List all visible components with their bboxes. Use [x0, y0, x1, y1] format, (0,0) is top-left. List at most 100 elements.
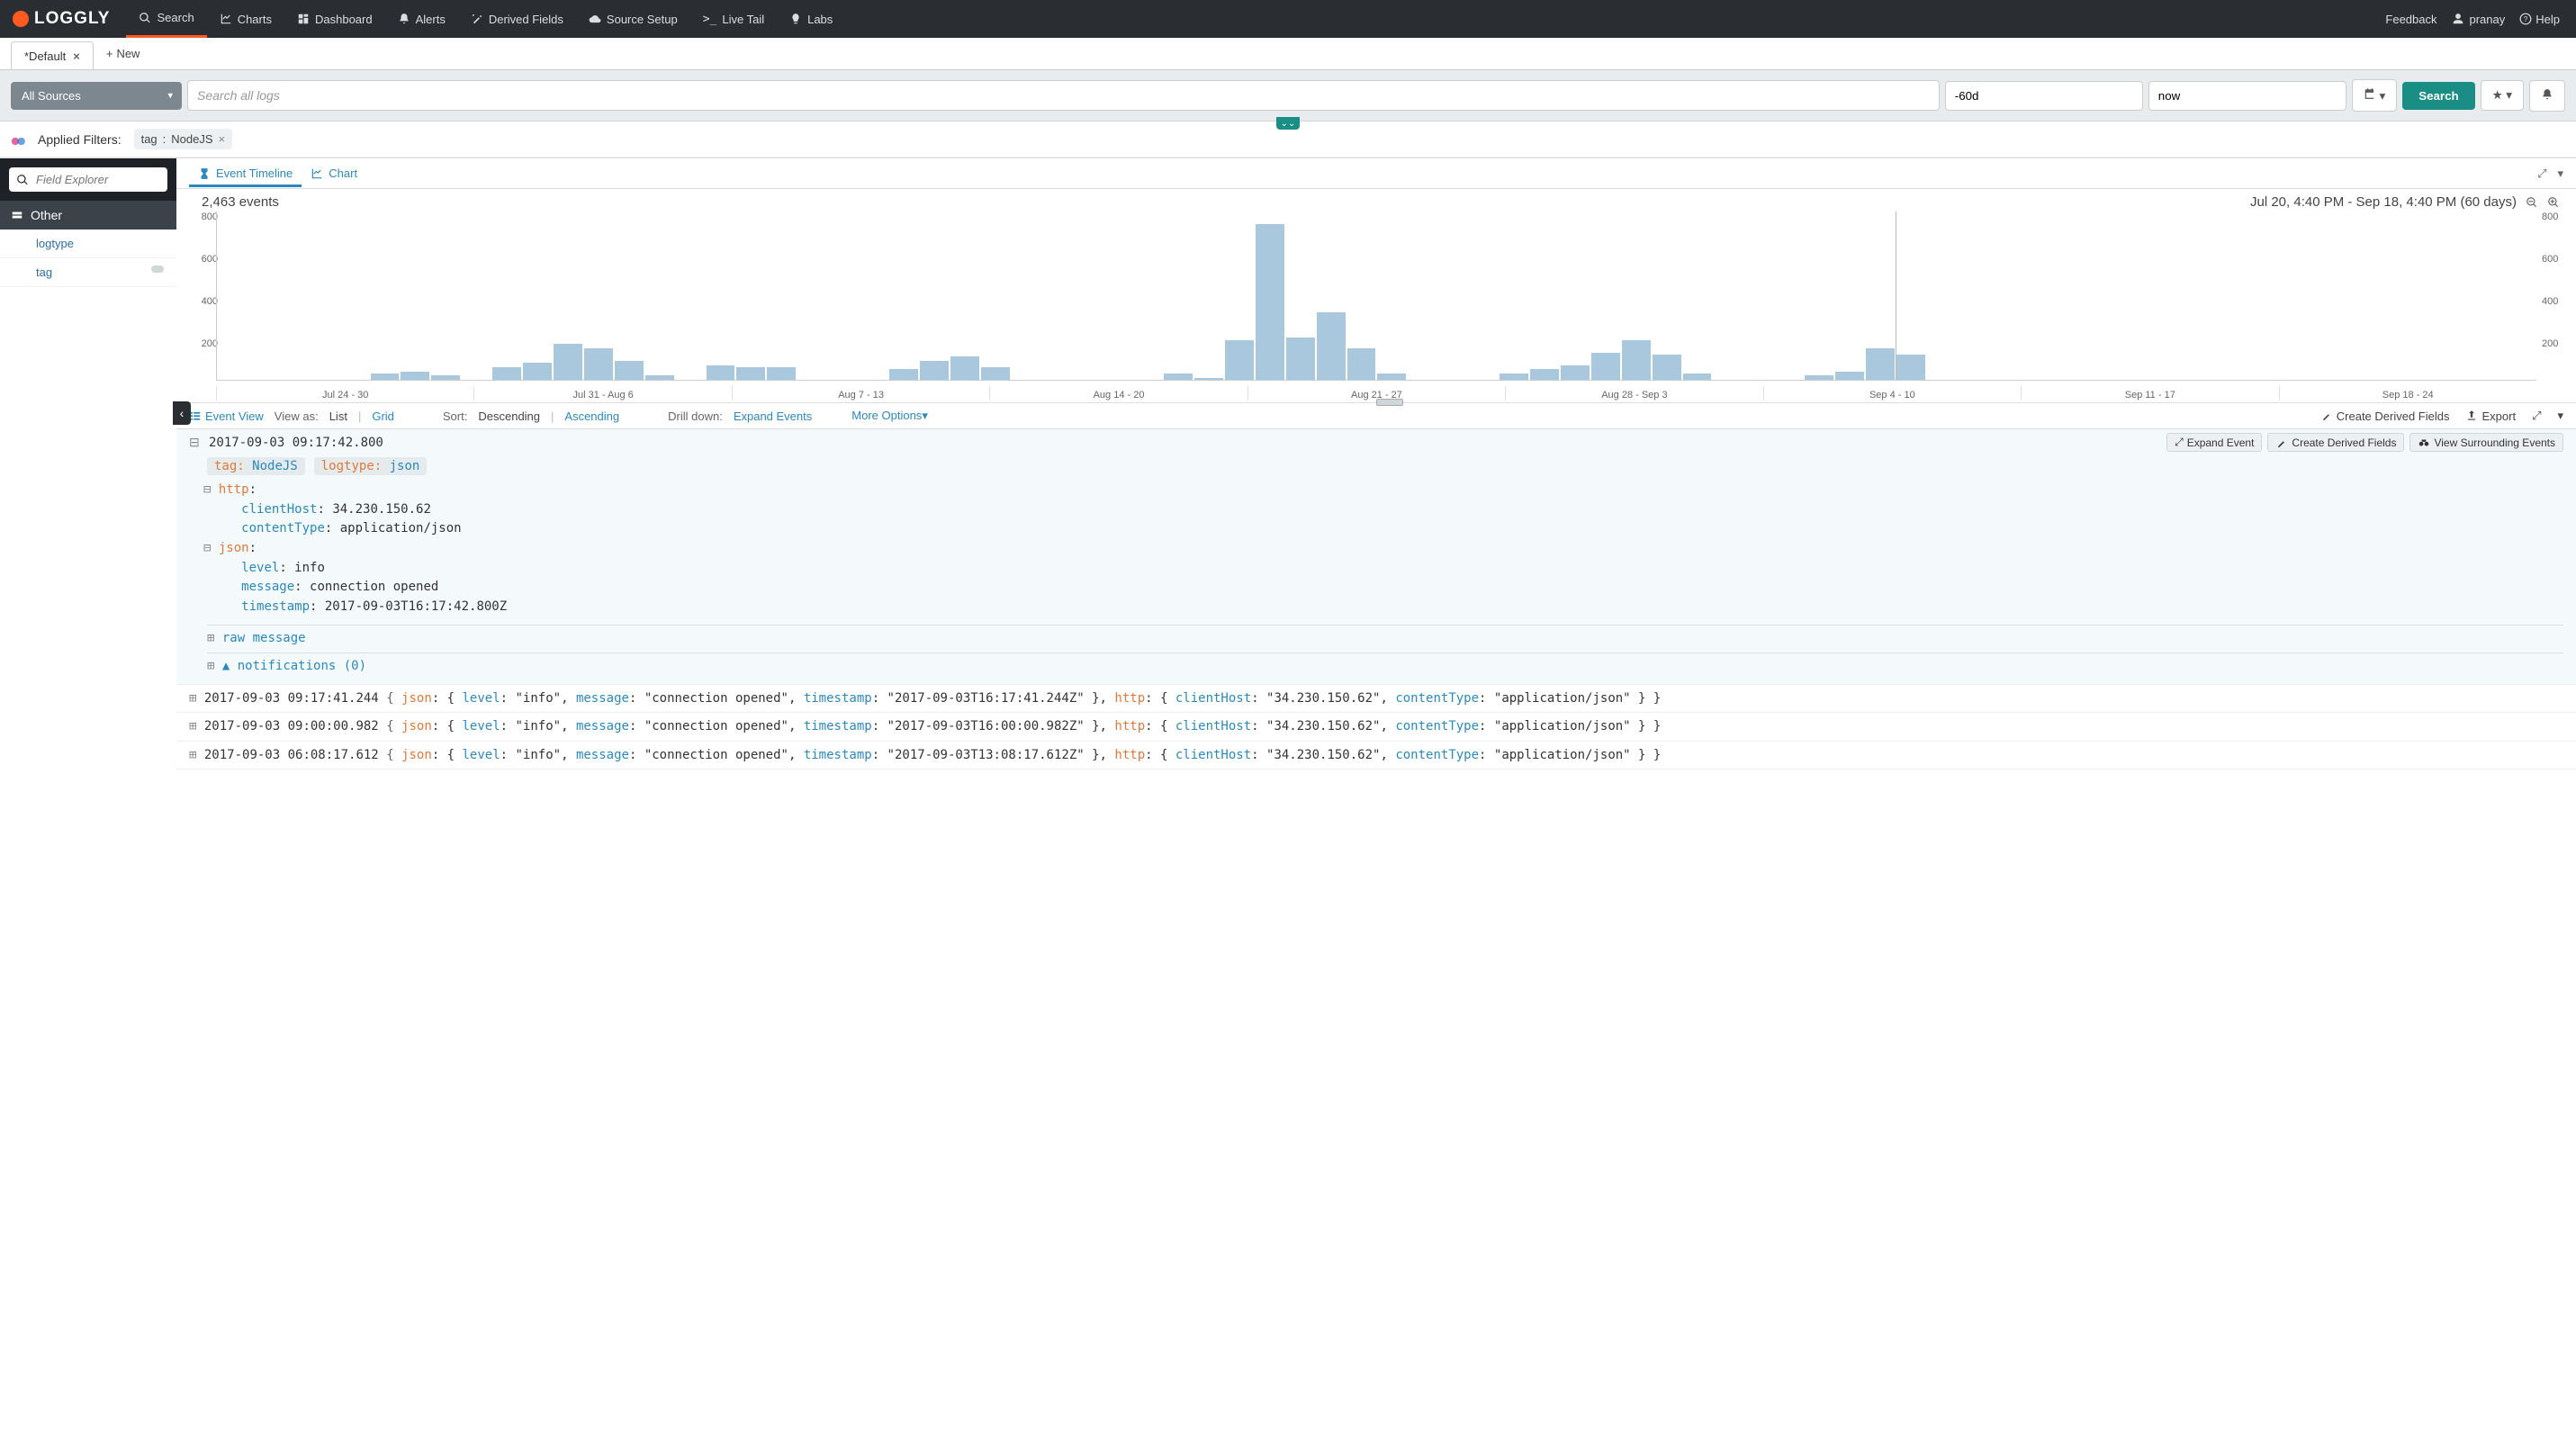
chart-bar[interactable]: [1194, 378, 1223, 380]
chart-bar[interactable]: [1164, 374, 1193, 380]
chart-bar[interactable]: [431, 375, 460, 380]
feedback-link[interactable]: Feedback: [2385, 13, 2436, 26]
nav-derived-fields[interactable]: Derived Fields: [458, 0, 576, 38]
tab-default[interactable]: *Default ×: [11, 41, 94, 69]
chevron-down-icon[interactable]: ▾: [2557, 166, 2563, 181]
sort-desc[interactable]: Descending: [478, 410, 540, 423]
sidebar-section-other[interactable]: Other: [0, 201, 176, 230]
chart-bar[interactable]: [1225, 340, 1254, 380]
chart-bar[interactable]: [1377, 374, 1406, 380]
event-logtype[interactable]: logtype: json: [314, 457, 428, 475]
expand-icon[interactable]: ⊞: [189, 691, 196, 706]
search-button[interactable]: Search: [2402, 82, 2474, 110]
chart-bar[interactable]: [1286, 338, 1315, 380]
event-tag[interactable]: tag: NodeJS: [207, 457, 305, 475]
chart-bar[interactable]: [981, 367, 1010, 380]
create-derived-fields-btn[interactable]: Create Derived Fields: [2320, 410, 2450, 423]
collapse-icon[interactable]: ⊟: [189, 435, 200, 450]
tab-new[interactable]: + New: [94, 38, 153, 69]
notification-button[interactable]: [2529, 80, 2565, 112]
filter-tag-nodejs[interactable]: tag : NodeJS ×: [134, 129, 233, 149]
chart-bar[interactable]: [767, 367, 796, 380]
zoom-out-icon[interactable]: [2526, 196, 2538, 209]
event-row[interactable]: ⊞ 2017-09-03 06:08:17.612 { json: { leve…: [176, 742, 2576, 770]
search-input[interactable]: [187, 80, 1940, 111]
chart-bar[interactable]: [1347, 348, 1376, 380]
chart-bar[interactable]: [950, 356, 979, 380]
chart-bar[interactable]: [371, 374, 400, 380]
chart-bar[interactable]: [1622, 340, 1651, 380]
chart-bar[interactable]: [1866, 348, 1895, 380]
chart-bar[interactable]: [1561, 365, 1590, 380]
calendar-button[interactable]: ▾: [2352, 79, 2397, 112]
source-dropdown[interactable]: All Sources: [11, 82, 182, 110]
chart-bar[interactable]: [1317, 312, 1346, 380]
zoom-in-icon[interactable]: [2547, 196, 2560, 209]
chart-bar[interactable]: [707, 365, 735, 380]
event-view-tab[interactable]: Event View: [189, 410, 264, 423]
tab-event-timeline[interactable]: Event Timeline: [189, 159, 302, 187]
nav-source-setup[interactable]: Source Setup: [576, 0, 690, 38]
chart-bar[interactable]: [645, 375, 674, 380]
chart-bar[interactable]: [1896, 355, 1925, 380]
tab-chart[interactable]: Chart: [302, 159, 366, 187]
expand-icon[interactable]: ⊞: [189, 719, 196, 734]
nav-alerts[interactable]: Alerts: [385, 0, 458, 38]
sidebar-item-logtype[interactable]: logtype: [0, 230, 176, 258]
remove-filter-icon[interactable]: ×: [219, 132, 226, 146]
expand-icon[interactable]: ⤢: [2532, 409, 2541, 423]
chart-bar[interactable]: [920, 361, 949, 380]
user-menu[interactable]: pranay: [2452, 13, 2506, 26]
chart-bar[interactable]: [1653, 355, 1681, 380]
expand-events-link[interactable]: Expand Events: [734, 410, 812, 423]
timeline-chart[interactable]: 800600400200 800600400200 Jul 24 - 30Jul…: [176, 212, 2576, 402]
collapse-icon[interactable]: ⊟: [203, 541, 211, 555]
create-derived-btn[interactable]: Create Derived Fields: [2267, 433, 2404, 452]
close-icon[interactable]: ×: [73, 50, 80, 63]
notifications-link[interactable]: ⊞ ▲ notifications (0): [207, 652, 2563, 673]
chart-bar[interactable]: [554, 344, 582, 380]
chart-bar[interactable]: [615, 361, 644, 380]
export-btn[interactable]: Export: [2465, 410, 2516, 423]
time-start-input[interactable]: [1945, 81, 2143, 111]
view-surrounding-btn[interactable]: View Surrounding Events: [2409, 433, 2563, 452]
event-row[interactable]: ⊞ 2017-09-03 09:00:00.982 { json: { leve…: [176, 713, 2576, 741]
field-explorer-input[interactable]: Field Explorer: [9, 167, 167, 192]
chart-bar[interactable]: [1256, 224, 1284, 380]
event-row[interactable]: ⊞ 2017-09-03 09:17:41.244 { json: { leve…: [176, 685, 2576, 713]
collapse-sidebar-handle[interactable]: ‹: [173, 401, 191, 425]
chevron-down-icon[interactable]: ▾: [2557, 409, 2563, 423]
expand-search-handle[interactable]: ⌄⌄: [1276, 117, 1300, 130]
chart-bar[interactable]: [492, 367, 521, 380]
more-options[interactable]: More Options▾: [851, 409, 928, 423]
sidebar-item-tag[interactable]: tag: [0, 258, 176, 287]
expand-icon[interactable]: ⤢: [2537, 166, 2546, 181]
nav-search[interactable]: Search: [126, 0, 206, 38]
resize-handle[interactable]: [1376, 399, 1403, 406]
star-button[interactable]: ★ ▾: [2481, 80, 2524, 111]
view-list[interactable]: List: [329, 410, 347, 423]
chart-bar[interactable]: [1805, 375, 1833, 380]
chart-bar[interactable]: [1683, 374, 1712, 380]
chart-bar[interactable]: [1530, 369, 1559, 380]
chart-bar[interactable]: [1500, 374, 1528, 380]
chart-bar[interactable]: [584, 348, 613, 380]
expand-event-btn[interactable]: ⤢ Expand Event: [2166, 433, 2262, 452]
help-link[interactable]: ?Help: [2519, 13, 2560, 26]
expand-icon[interactable]: ⊞: [189, 748, 196, 762]
brand-logo[interactable]: LOGGLY: [0, 0, 126, 38]
collapse-icon[interactable]: ⊟: [203, 482, 211, 497]
chart-bar[interactable]: [1835, 372, 1864, 380]
chart-bar[interactable]: [889, 369, 918, 380]
nav-live-tail[interactable]: >_Live Tail: [690, 0, 777, 38]
nav-labs[interactable]: Labs: [777, 0, 845, 38]
nav-dashboard[interactable]: Dashboard: [284, 0, 385, 38]
chart-bar[interactable]: [1591, 353, 1620, 380]
raw-message-link[interactable]: ⊞ raw message: [207, 625, 2563, 645]
time-end-input[interactable]: [2148, 81, 2346, 111]
chart-bar[interactable]: [401, 372, 429, 380]
sort-asc[interactable]: Ascending: [564, 410, 619, 423]
view-grid[interactable]: Grid: [372, 410, 394, 423]
chart-bar[interactable]: [736, 367, 765, 380]
nav-charts[interactable]: Charts: [207, 0, 284, 38]
